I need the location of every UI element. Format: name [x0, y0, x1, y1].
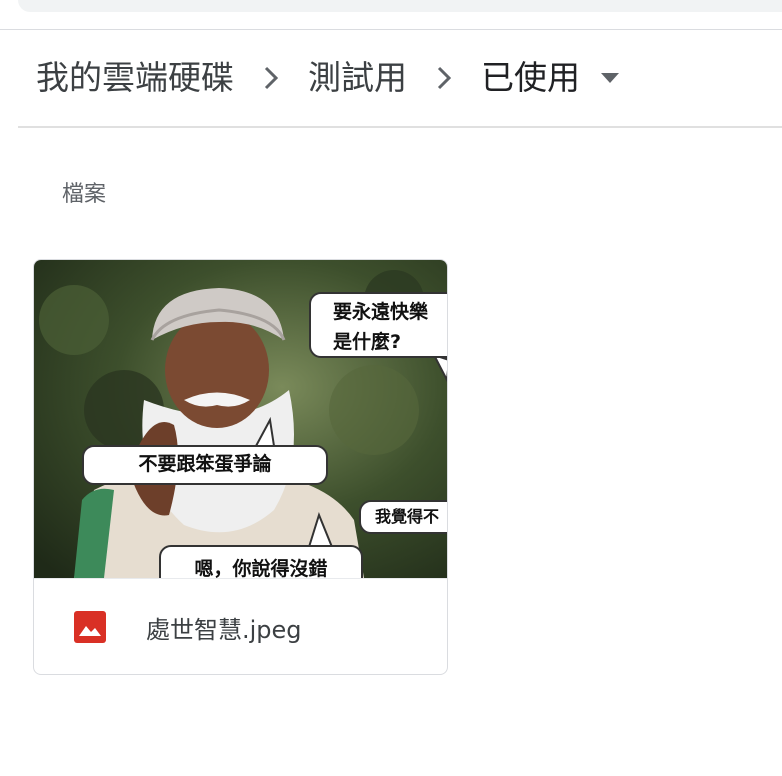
chevron-right-icon	[260, 63, 282, 93]
speech-bubble-right: 我覺得不	[359, 500, 447, 534]
section-title-files: 檔案	[62, 182, 107, 207]
breadcrumb-my-drive[interactable]: 我的雲端硬碟	[36, 48, 234, 108]
image-file-icon	[74, 611, 106, 643]
file-card-footer: 處世智慧.jpeg	[34, 578, 447, 674]
caret-down-icon[interactable]	[598, 66, 622, 90]
chevron-right-icon	[433, 63, 455, 93]
breadcrumb-test-folder[interactable]: 測試用	[308, 48, 407, 108]
speech-bubble-left: 不要跟笨蛋爭論	[82, 445, 328, 485]
breadcrumb-current-folder[interactable]: 已使用	[481, 48, 580, 108]
file-card[interactable]: 要永遠快樂 是什麼? 不要跟笨蛋爭論 我覺得不 嗯，你說得沒錯 處世智慧.jpe…	[33, 259, 448, 675]
speech-bubble-top-right: 要永遠快樂 是什麼?	[309, 292, 447, 358]
file-name: 處世智慧.jpeg	[146, 615, 302, 644]
breadcrumb: 我的雲端硬碟 測試用 已使用	[36, 48, 622, 108]
top-divider	[0, 29, 782, 30]
speech-bubble-bottom: 嗯，你說得沒錯	[159, 545, 363, 578]
search-bar-edge[interactable]	[18, 0, 782, 12]
file-thumbnail: 要永遠快樂 是什麼? 不要跟笨蛋爭論 我覺得不 嗯，你說得沒錯	[34, 260, 447, 578]
header-divider	[18, 126, 782, 128]
